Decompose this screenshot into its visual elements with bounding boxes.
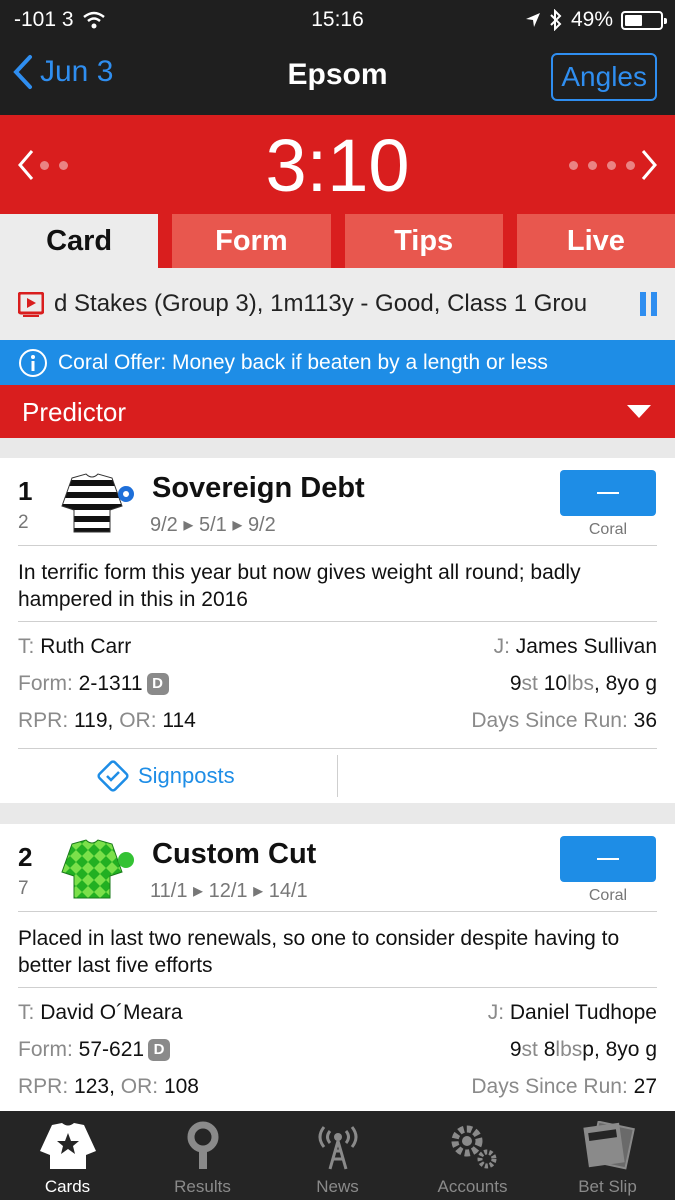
- horse-name[interactable]: Sovereign Debt: [152, 472, 365, 505]
- weight-lbs: 10: [543, 672, 568, 695]
- weight-lbs: 8: [543, 1038, 556, 1061]
- runner-comment: Placed in last two renewals, so one to c…: [18, 927, 620, 977]
- predictor-label: Predictor: [22, 397, 127, 427]
- offer-banner[interactable]: Coral Offer: Money back if beaten by a l…: [0, 340, 675, 385]
- weight-st: 9: [509, 1038, 522, 1061]
- video-icon[interactable]: [18, 292, 44, 318]
- angles-button[interactable]: Angles: [551, 53, 657, 101]
- jockey-name[interactable]: James Sullivan: [516, 635, 657, 659]
- tab-bar-label: Bet Slip: [578, 1177, 637, 1196]
- odds-movement: 11/1 ▸ 12/1 ▸ 14/1: [150, 880, 308, 902]
- race-info-banner: d Stakes (Group 3), 1m113y - Good, Class…: [0, 268, 675, 340]
- race-tabs: Card Form Tips Live: [0, 214, 675, 268]
- jockey-silks-icon: [61, 473, 134, 533]
- race-time-header: 3:10: [0, 115, 675, 214]
- or-value: 108: [163, 1075, 199, 1098]
- next-races-dots: [569, 161, 635, 170]
- tab-bar-news[interactable]: News: [270, 1111, 405, 1200]
- divider: [18, 987, 657, 988]
- bluetooth-icon: [550, 9, 562, 31]
- tab-live[interactable]: Live: [516, 214, 675, 268]
- predictor-dropdown[interactable]: Predictor: [0, 385, 675, 438]
- form-weight-row: Form: 2-1311 D 9st 10 lbs, 8yo g: [18, 672, 657, 695]
- or-value: 114: [162, 709, 196, 732]
- jacket-star-icon: [39, 1123, 96, 1169]
- age-sex: , 8yo g: [593, 1038, 657, 1061]
- runner-card[interactable]: 2 7 Custom Cut 11/1 ▸ 12/1 ▸ 14/1 Coral …: [0, 824, 675, 1111]
- broadcast-tower-icon: [318, 1126, 357, 1170]
- rpr-value: 123: [74, 1075, 110, 1098]
- runner-number: 2: [18, 842, 33, 872]
- trainer-jockey-row: T: Ruth Carr J: James Sullivan: [18, 635, 657, 659]
- signposts-row: Signposts: [0, 749, 675, 803]
- trainer-jockey-row: T: David O´Meara J: Daniel Tudhope: [18, 1001, 657, 1025]
- tab-bar-results[interactable]: Results: [135, 1111, 270, 1200]
- slips-icon: [582, 1121, 635, 1170]
- battery-icon: [621, 10, 667, 30]
- runner-number: 1: [18, 476, 33, 506]
- ratings-row: RPR: 119, OR: 114 Days Since Run: 36: [18, 709, 657, 732]
- vertical-divider: [337, 755, 338, 797]
- divider: [18, 911, 657, 912]
- trainer-name[interactable]: Ruth Carr: [40, 635, 131, 659]
- runner-draw: 2: [18, 512, 29, 533]
- tab-card[interactable]: Card: [0, 214, 159, 268]
- tab-form[interactable]: Form: [172, 214, 331, 268]
- bet-odds-button[interactable]: [560, 470, 656, 516]
- age-sex: , 8yo g: [593, 672, 657, 695]
- signposts-label: Signposts: [138, 763, 235, 788]
- magnifier-icon: [187, 1121, 218, 1169]
- bookmaker-label: Coral: [588, 887, 628, 904]
- headgear: p: [582, 1038, 594, 1061]
- race-info-text: d Stakes (Group 3), 1m113y - Good, Class…: [54, 290, 588, 317]
- runner-comment: In terrific form this year but now gives…: [18, 561, 581, 611]
- gears-icon: [451, 1125, 496, 1169]
- info-icon: [19, 349, 47, 377]
- days-since-run: 27: [633, 1075, 657, 1098]
- tab-bar-label: Cards: [44, 1177, 91, 1196]
- horse-name[interactable]: Custom Cut: [152, 838, 316, 871]
- form-figures: 57-621: [78, 1038, 145, 1061]
- jockey-name[interactable]: Daniel Tudhope: [510, 1001, 657, 1025]
- signpost-diamond-icon: [97, 760, 129, 792]
- divider: [18, 621, 657, 622]
- form-weight-row: Form: 57-621 D 9st 8 lbs p, 8yo g: [18, 1038, 657, 1061]
- tab-bar-bet-slip[interactable]: Bet Slip: [540, 1111, 675, 1200]
- rpr-value: 119: [74, 709, 108, 732]
- pause-icon[interactable]: [640, 292, 657, 316]
- tab-tips[interactable]: Tips: [344, 214, 503, 268]
- tab-bar-label: Results: [174, 1177, 231, 1196]
- odds-movement: 9/2 ▸ 5/1 ▸ 9/2: [150, 514, 276, 536]
- divider: [18, 545, 657, 546]
- runner-card[interactable]: 1 2 Sovereign Debt 9/2 ▸ 5/1 ▸ 9/2 Coral…: [0, 458, 675, 803]
- jockey-silks-icon: [61, 839, 134, 899]
- signposts-button[interactable]: Signposts: [96, 759, 235, 793]
- bet-odds-button[interactable]: [560, 836, 656, 882]
- distance-winner-badge: D: [146, 673, 169, 695]
- chevron-down-icon: [627, 405, 651, 418]
- distance-winner-badge: D: [148, 1039, 171, 1061]
- weight-st: 9: [509, 672, 522, 695]
- tab-bar-cards[interactable]: Cards: [0, 1111, 135, 1200]
- tab-bar-label: News: [316, 1177, 359, 1196]
- tab-bar-accounts[interactable]: Accounts: [405, 1111, 540, 1200]
- offer-text: Coral Offer: Money back if beaten by a l…: [58, 351, 548, 374]
- ratings-row: RPR: 123, OR: 108 Days Since Run: 27: [18, 1075, 657, 1098]
- tab-bar-label: Accounts: [437, 1177, 508, 1196]
- days-since-run: 36: [633, 709, 657, 732]
- bottom-tab-bar: Cards Results News Accounts Bet Slip: [0, 1111, 675, 1200]
- next-race-icon[interactable]: [639, 149, 659, 181]
- nav-bar: Jun 3 Epsom Angles: [0, 40, 675, 115]
- status-bar: -101 3 15:16 49%: [0, 0, 675, 40]
- form-figures: 2-1311: [78, 672, 143, 695]
- location-arrow-icon: [525, 13, 540, 27]
- runner-draw: 7: [18, 878, 29, 899]
- trainer-name[interactable]: David O´Meara: [40, 1001, 182, 1025]
- bookmaker-label: Coral: [588, 521, 628, 538]
- battery-percent: 49%: [570, 8, 613, 31]
